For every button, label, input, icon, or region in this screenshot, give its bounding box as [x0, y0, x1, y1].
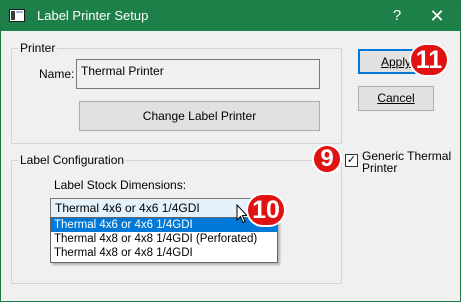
printer-group-label: Printer [18, 41, 58, 55]
window-app-icon [9, 9, 25, 22]
printer-name-label: Name: [39, 67, 75, 81]
cancel-button[interactable]: Cancel [358, 86, 434, 111]
change-label-printer-button[interactable]: Change Label Printer [79, 101, 320, 131]
label-configuration-group-label: Label Configuration [18, 153, 127, 167]
annotation-badge-9: 9 [312, 144, 342, 174]
printer-name-field: Thermal Printer [76, 59, 320, 89]
label-stock-selected-value: Thermal 4x6 or 4x6 1/4GDI [55, 201, 200, 215]
annotation-badge-10: 10 [246, 193, 286, 227]
generic-thermal-printer-checkbox[interactable]: ✓ [345, 154, 358, 167]
close-button[interactable]: ✕ [414, 1, 460, 31]
generic-thermal-printer-label[interactable]: Generic Thermal Printer [362, 150, 457, 174]
apply-label: Apply [380, 55, 412, 69]
dialog-window: Label Printer Setup ? ✕ Printer Name: Th… [0, 0, 461, 302]
window-title: Label Printer Setup [37, 8, 149, 23]
title-bar[interactable]: Label Printer Setup ? ✕ [1, 1, 460, 31]
cancel-label: Cancel [377, 91, 415, 105]
dropdown-option[interactable]: Thermal 4x8 or 4x8 1/4GDI (Perforated) [51, 232, 277, 246]
dropdown-option[interactable]: Thermal 4x8 or 4x8 1/4GDI [51, 246, 277, 260]
annotation-badge-11: 11 [409, 43, 449, 77]
label-stock-dimensions-label: Label Stock Dimensions: [54, 178, 187, 192]
printer-name-value: Thermal Printer [81, 64, 164, 78]
